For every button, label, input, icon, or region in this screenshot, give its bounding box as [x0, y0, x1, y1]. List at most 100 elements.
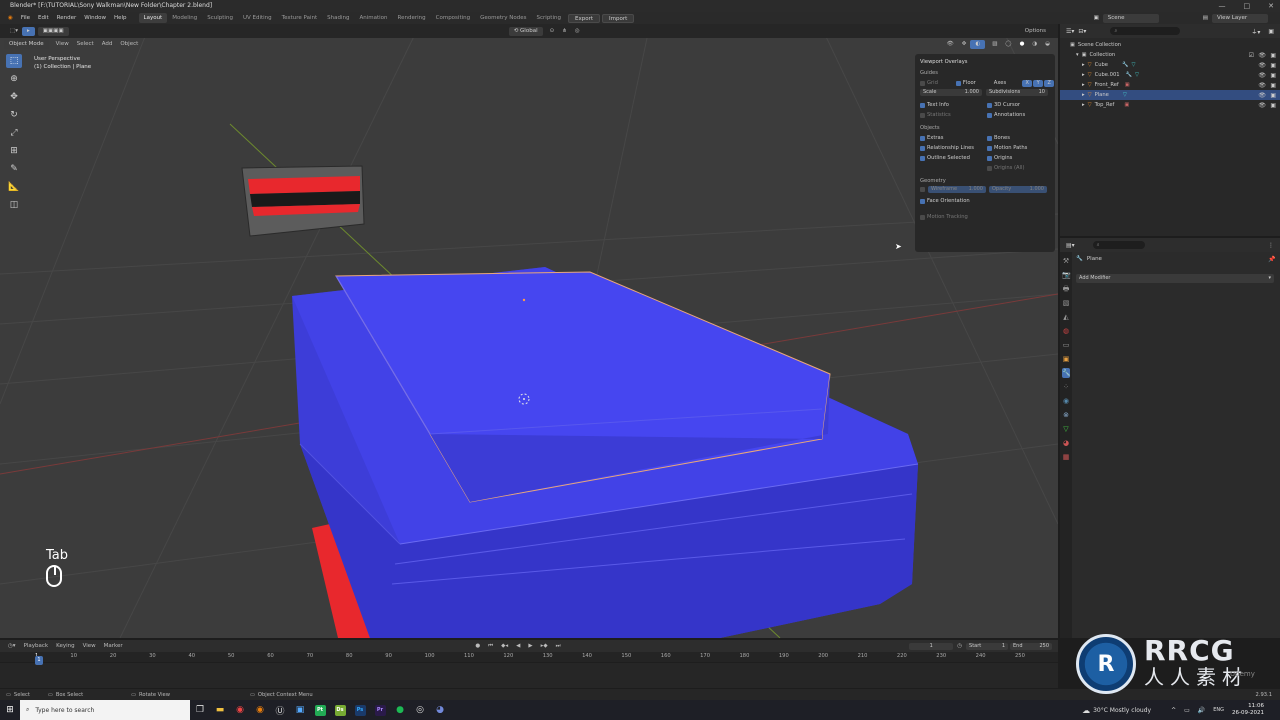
- 3d-viewport[interactable]: Tab ➤: [0, 24, 1058, 638]
- file-explorer-icon[interactable]: ▬: [210, 700, 230, 720]
- annotate-tool-icon[interactable]: ✎: [6, 162, 22, 176]
- network-icon[interactable]: ▭: [1184, 707, 1190, 714]
- outliner-item-front-ref[interactable]: ▸ ▽ Front_Ref ▣ 👁 ▣: [1060, 80, 1280, 90]
- visibility-icon[interactable]: 👁: [943, 41, 958, 47]
- viewport-menu-object[interactable]: Object: [116, 41, 142, 47]
- substance-painter-icon[interactable]: Pt: [310, 700, 330, 720]
- expand-icon[interactable]: ▸: [1082, 92, 1085, 98]
- photos-icon[interactable]: ▣: [290, 700, 310, 720]
- face-orientation-checkbox[interactable]: Face Orientation: [920, 196, 1050, 206]
- collection-tab-icon[interactable]: ▭: [1062, 340, 1070, 350]
- 3d-cursor-checkbox[interactable]: 3D Cursor: [987, 100, 1050, 110]
- expand-icon[interactable]: ▸: [1082, 72, 1085, 78]
- end-frame-field[interactable]: End 250: [1010, 642, 1053, 650]
- workspace-tab-compositing[interactable]: Compositing: [431, 13, 475, 23]
- unreal-icon[interactable]: Ⓤ: [270, 700, 290, 720]
- origins-checkbox[interactable]: Origins: [987, 153, 1050, 163]
- menu-edit[interactable]: Edit: [34, 15, 53, 21]
- text-info-checkbox[interactable]: Text Info: [920, 100, 983, 110]
- menu-file[interactable]: File: [17, 15, 34, 21]
- play-icon[interactable]: ▶: [524, 643, 536, 649]
- blender-app-icon[interactable]: ◉: [250, 700, 270, 720]
- properties-editor-icon[interactable]: ▤▾: [1066, 242, 1075, 249]
- camera-icon[interactable]: ▣: [1270, 72, 1276, 79]
- select-box-tool-icon[interactable]: ⬚: [6, 54, 22, 68]
- transform-tool-icon[interactable]: ⊞: [6, 144, 22, 158]
- jump-end-icon[interactable]: ⏭: [552, 643, 565, 650]
- prev-keyframe-icon[interactable]: ◆◂: [497, 643, 512, 649]
- workspace-tab-uv-editing[interactable]: UV Editing: [238, 13, 277, 23]
- chrome-icon[interactable]: ◉: [230, 700, 250, 720]
- bones-checkbox[interactable]: Bones: [987, 133, 1050, 143]
- motion-tracking-checkbox[interactable]: Motion Tracking: [920, 212, 1050, 222]
- object-tab-icon[interactable]: ▣: [1062, 354, 1070, 364]
- substance-designer-icon[interactable]: Ds: [330, 700, 350, 720]
- outliner-funnel-icon[interactable]: ⏚▾: [1251, 27, 1260, 36]
- object-mode-dropdown[interactable]: Object Mode: [4, 39, 49, 49]
- viewport-menu-select[interactable]: Select: [73, 41, 98, 47]
- blender-logo-icon[interactable]: ◉: [4, 15, 17, 21]
- spotify-icon[interactable]: ●: [390, 700, 410, 720]
- workspace-tab-animation[interactable]: Animation: [354, 13, 392, 23]
- eye-icon[interactable]: 👁: [1258, 102, 1266, 109]
- axis-y-toggle[interactable]: Y: [1033, 79, 1044, 87]
- minimize-icon[interactable]: —: [1219, 0, 1226, 12]
- grid-checkbox[interactable]: Grid: [920, 78, 938, 88]
- eye-icon[interactable]: 👁: [1258, 52, 1266, 59]
- wireframe-field[interactable]: Wireframe 1.000: [928, 186, 986, 193]
- output-tab-icon[interactable]: 🖶: [1062, 284, 1070, 294]
- axis-x-toggle[interactable]: X: [1022, 79, 1033, 87]
- top-ref-image[interactable]: [241, 165, 365, 237]
- outliner-filter-icon[interactable]: ⊟▾: [1078, 28, 1086, 35]
- outliner-item-cube[interactable]: ▸ ▽ Cube 🔧 ▽ 👁 ▣: [1060, 60, 1280, 70]
- selection-mode-icons[interactable]: ▣▣▣▣: [37, 26, 69, 36]
- timeline-view-menu[interactable]: View: [79, 643, 100, 649]
- next-keyframe-icon[interactable]: ▸◆: [537, 643, 552, 649]
- outliner-collection[interactable]: ▾ ▣ Collection ☑ 👁 ▣: [1060, 50, 1280, 60]
- workspace-tab-geometry-nodes[interactable]: Geometry Nodes: [475, 13, 531, 23]
- shading-solid-icon[interactable]: ●: [1016, 41, 1029, 47]
- wireframe-checkbox[interactable]: [920, 187, 925, 192]
- workspace-tab-modeling[interactable]: Modeling: [167, 13, 202, 23]
- workspace-tab-rendering[interactable]: Rendering: [393, 13, 431, 23]
- viewport-menu-view[interactable]: View: [52, 41, 73, 47]
- scene-selector[interactable]: Scene: [1102, 13, 1159, 23]
- playhead[interactable]: 1: [35, 656, 43, 665]
- camera-icon[interactable]: ▣: [1270, 52, 1276, 59]
- outliner-item-cube-001[interactable]: ▸ ▽ Cube.001 🔧 ▽ 👁 ▣: [1060, 70, 1280, 80]
- marker-menu[interactable]: Marker: [100, 643, 127, 649]
- measure-tool-icon[interactable]: 📐: [6, 180, 22, 194]
- eye-icon[interactable]: 👁: [1258, 92, 1266, 99]
- relationship-lines-checkbox[interactable]: Relationship Lines: [920, 143, 983, 153]
- constraints-tab-icon[interactable]: ⊗: [1062, 410, 1070, 420]
- eye-icon[interactable]: 👁: [1258, 62, 1266, 69]
- options-dropdown[interactable]: Options: [1021, 28, 1050, 34]
- shading-rendered-icon[interactable]: ◒: [1041, 41, 1054, 47]
- task-view-icon[interactable]: ❐: [190, 700, 210, 720]
- jump-start-icon[interactable]: ⏮: [484, 643, 497, 650]
- particles-tab-icon[interactable]: ⁘: [1062, 382, 1070, 392]
- workspace-tab-scripting[interactable]: Scripting: [532, 13, 566, 23]
- timeline-track-area[interactable]: [0, 662, 1058, 688]
- statistics-checkbox[interactable]: Statistics: [920, 110, 983, 120]
- eye-icon[interactable]: 👁: [1258, 72, 1266, 79]
- proportional-edit-icon[interactable]: ◎: [571, 28, 584, 34]
- play-reverse-icon[interactable]: ◀: [512, 643, 524, 649]
- workspace-tab-layout[interactable]: Layout: [138, 13, 168, 23]
- scale-tool-icon[interactable]: ⤢: [6, 126, 22, 140]
- expand-icon[interactable]: ▾: [1076, 52, 1079, 58]
- windows-start-icon[interactable]: ⊞: [0, 700, 20, 720]
- render-tab-icon[interactable]: 📷: [1062, 270, 1071, 280]
- transform-orientation[interactable]: ⟲ Global: [508, 26, 543, 36]
- import-button[interactable]: Import: [602, 13, 635, 23]
- outliner-item-top-ref[interactable]: ▸ ▽ Top_Ref ▣ 👁 ▣: [1060, 100, 1280, 110]
- origins-all-checkbox[interactable]: Origins (All): [987, 163, 1050, 173]
- photoshop-icon[interactable]: Ps: [350, 700, 370, 720]
- obs-icon[interactable]: ◎: [410, 700, 430, 720]
- workspace-tab-sculpting[interactable]: Sculpting: [202, 13, 238, 23]
- workspace-tab-texture-paint[interactable]: Texture Paint: [277, 13, 323, 23]
- shading-material-icon[interactable]: ◑: [1028, 41, 1041, 47]
- xray-icon[interactable]: ▧: [988, 41, 1001, 47]
- volume-icon[interactable]: 🔊: [1198, 707, 1205, 714]
- camera-icon[interactable]: ▣: [1270, 92, 1276, 99]
